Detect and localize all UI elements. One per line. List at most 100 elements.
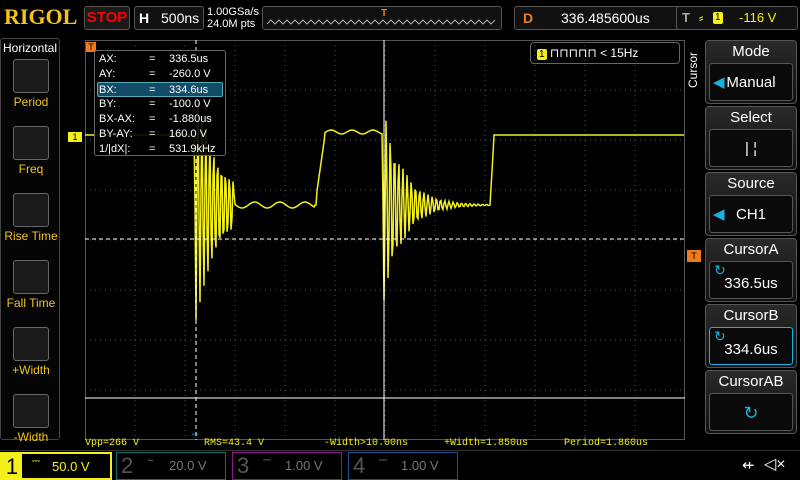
readout-inv-dx: 1/|dX|: = 531.9kHz (99, 142, 221, 157)
label: Period (13, 95, 49, 109)
ch4-tab[interactable]: 4 ⎓ 1.00 V (348, 452, 458, 480)
freq-icon (13, 126, 49, 160)
ch-number: 3 (237, 453, 250, 478)
menu-title: Horizontal (2, 41, 58, 55)
ch-number: 1 (2, 454, 22, 480)
measure-fall-time[interactable]: Fall Time (1, 260, 61, 310)
measure-freq[interactable]: Freq (1, 126, 61, 176)
rigol-logo: RIGOL (4, 4, 78, 29)
frequency-counter: 1 ⊓⊓⊓⊓⊓ < 15Hz (530, 42, 680, 64)
t-label: T (682, 10, 690, 25)
trigger-box[interactable]: T ⸗ 1 -116 V (676, 6, 798, 30)
cursor-readout-panel: AX: = 336.5us AY: = -260.0 V BX: = 334.6us BY:… (94, 50, 226, 156)
label: Source (727, 175, 775, 192)
eq: = (149, 143, 156, 155)
fall-time-icon (13, 260, 49, 294)
cursor-b-softkey[interactable]: CursorB ↻ 334.6us (705, 304, 797, 368)
value: 336.5us (169, 53, 209, 65)
cursor-a-softkey[interactable]: CursorA ↻ 336.5us (705, 238, 797, 302)
measure-rms: RMS=43.4 V (204, 438, 265, 449)
left-arrow-icon: ◀ (713, 74, 725, 91)
trigger-level: -116 V (739, 10, 777, 25)
value: ↻ 336.5us (709, 261, 793, 299)
ch-number: 2 (121, 453, 134, 478)
eq: = (149, 128, 156, 140)
value-text: 334.6us (724, 341, 778, 358)
mode-softkey[interactable]: Mode ◀ Manual (705, 40, 797, 104)
period-icon (13, 59, 49, 93)
value: ◀ CH1 (709, 195, 793, 233)
label: BY-AY: (99, 128, 133, 140)
source-softkey[interactable]: Source ◀ CH1 (705, 172, 797, 236)
label: Select (730, 109, 772, 126)
square-wave-icon: ⊓⊓⊓⊓⊓ (549, 46, 597, 60)
measure-pos-width-value: +Width=1.850us (444, 438, 529, 449)
delay-value: 336.485600us (561, 10, 650, 26)
memory-overview[interactable]: T (262, 6, 502, 30)
timebase-box[interactable]: H 500ns (134, 6, 204, 30)
eq: = (149, 84, 156, 96)
readout-bx-ax: BX-AX: = -1.880us (99, 112, 221, 127)
value-text: 336.5us (724, 275, 778, 292)
memory-depth: 24.0M pts (207, 18, 256, 30)
value: -260.0 V (169, 68, 211, 80)
readout-bx: BX: = 334.6us (97, 82, 223, 97)
acquisition-info: 1.00GSa/s 24.0M pts (207, 6, 259, 30)
label: Fall Time (6, 296, 56, 310)
timebase-value: 500ns (161, 10, 200, 26)
memory-waveform-icon: T (266, 8, 496, 25)
dc-coupling-icon: ⎓ (263, 455, 271, 466)
h-label: H (139, 10, 150, 26)
measure-period-value: Period=1.860us (564, 438, 649, 449)
measure-pos-width[interactable]: +Width (1, 327, 61, 377)
select-softkey[interactable]: Select | ¦ (705, 106, 797, 170)
cursor-ab-softkey[interactable]: CursorAB ↻ (705, 370, 797, 434)
ch1-offset-marker[interactable]: 1 (68, 132, 82, 142)
knob-icon: ↻ (714, 328, 726, 344)
readout-by: BY: = -100.0 V (99, 97, 221, 112)
eq: = (149, 113, 156, 125)
ch1-tab[interactable]: 1 ⎓ 50.0 V (0, 452, 112, 480)
usb-icon: ⇷ (742, 457, 755, 474)
readout-ax: AX: = 336.5us (99, 52, 221, 67)
sound-muted-icon[interactable]: ◁× (764, 454, 786, 474)
label: Freq (18, 162, 44, 176)
trigger-level-marker[interactable]: T (687, 250, 701, 262)
value-text: Manual (726, 74, 776, 91)
readout-ay: AY: = -260.0 V (99, 67, 221, 82)
value: ◀ Manual (709, 63, 793, 101)
value: -1.880us (169, 113, 212, 125)
value: -100.0 V (169, 98, 211, 110)
d-label: D (523, 10, 534, 26)
label: AY: (99, 68, 116, 80)
neg-width-icon (13, 394, 49, 428)
measure-period[interactable]: Period (1, 59, 61, 109)
dc-coupling-icon: ⎓ (379, 455, 387, 466)
eq: = (149, 53, 156, 65)
ch-scale: 1.00 V (401, 458, 439, 473)
ch2-tab[interactable]: 2 ~20.0 V (116, 452, 226, 480)
ch3-tab[interactable]: 3 ⎓ 1.00 V (232, 452, 342, 480)
measure-neg-width-value: -Width>10.00ns (324, 438, 409, 449)
counter-channel: 1 (537, 49, 547, 60)
run-stop-status[interactable]: STOP (84, 6, 130, 30)
knob-icon: ↻ (714, 262, 726, 278)
value-text: CH1 (735, 206, 766, 223)
cursor-menu-title: Cursor (686, 52, 700, 89)
ch-scale: 20.0 V (169, 458, 207, 473)
value: 160.0 V (169, 128, 207, 140)
measure-rise-time[interactable]: Rise Time (1, 193, 61, 243)
measure-neg-width[interactable]: -Width (1, 394, 61, 444)
dc-coupling-icon: ⎓ (32, 456, 40, 467)
label: Rise Time (4, 229, 58, 243)
horizontal-measure-menu: Horizontal Period Freq Rise Time Fall Ti… (0, 38, 61, 444)
label: -Width (13, 430, 49, 444)
pos-width-icon (13, 327, 49, 361)
label: 1/|dX|: (99, 143, 131, 155)
label: +Width (12, 363, 50, 377)
svg-text:T: T (381, 8, 387, 19)
rising-edge-icon: ⸗ (699, 10, 704, 25)
value: ↻ 334.6us (709, 327, 793, 365)
label: CursorAB (718, 373, 784, 390)
delay-box[interactable]: D 336.485600us (514, 6, 696, 30)
